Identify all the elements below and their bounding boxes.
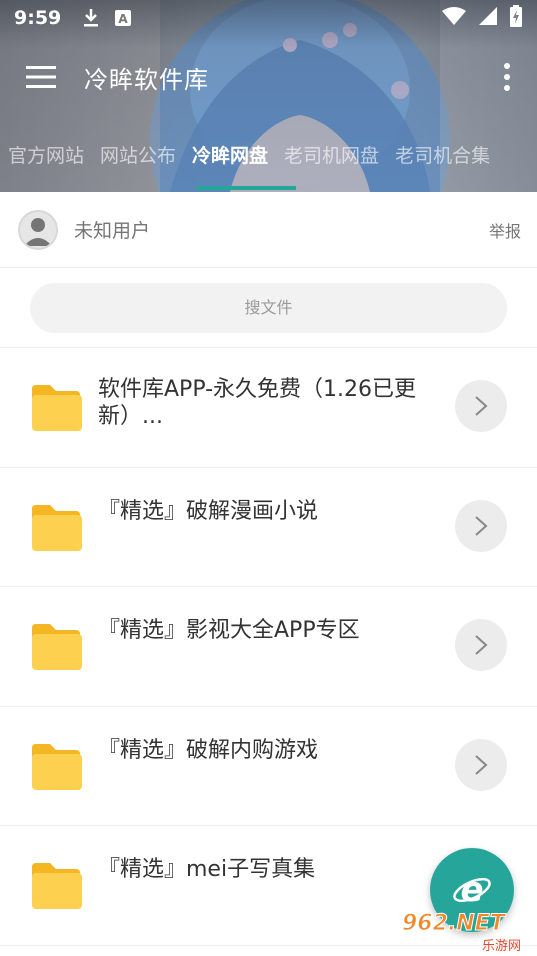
- file-title: 『精选』mei子写真集: [98, 857, 316, 882]
- open-button[interactable]: [455, 738, 507, 791]
- search-section: 搜文件: [0, 268, 537, 348]
- chevron-right-icon: [475, 515, 488, 536]
- user-row: 未知用户 举报: [0, 192, 537, 268]
- open-button[interactable]: [455, 499, 507, 552]
- wifi-icon: [441, 6, 467, 30]
- list-item[interactable]: 『精选』破解内购游戏: [0, 707, 537, 826]
- notification-a-icon: A: [113, 8, 133, 28]
- more-options-button[interactable]: [485, 44, 529, 110]
- list-item[interactable]: 『精选』破解漫画小说: [0, 468, 537, 587]
- hamburger-icon: [26, 66, 56, 88]
- avatar[interactable]: [18, 209, 58, 250]
- file-title: 『精选』影视大全APP专区: [98, 618, 360, 643]
- tab-official-site[interactable]: 官方网站: [0, 134, 92, 182]
- file-title: 『精选』破解内购游戏: [98, 737, 319, 763]
- status-time: 9:59: [14, 7, 62, 29]
- report-button[interactable]: 举报: [489, 218, 521, 242]
- tab-bar: 官方网站 网站公布 冷眸网盘 老司机网盘 老司机合集: [0, 134, 537, 182]
- tab-indicator: [196, 186, 296, 190]
- folder-icon: [32, 863, 82, 910]
- chevron-right-icon: [475, 396, 488, 416]
- status-bar: 9:59 A: [0, 0, 537, 36]
- signal-icon: [477, 6, 499, 30]
- chevron-right-icon: [475, 635, 488, 655]
- folder-icon: [32, 385, 82, 432]
- download-icon: [81, 8, 101, 28]
- menu-button[interactable]: [0, 44, 84, 110]
- file-title: 『精选』破解漫画小说: [98, 498, 319, 524]
- open-button[interactable]: [455, 619, 507, 671]
- header: 9:59 A 冷眸软件库 官方网站 网站公布 冷眸网盘 老司机网盘 老司机合集: [0, 0, 537, 192]
- tab-driver-disk[interactable]: 老司机网盘: [276, 134, 387, 182]
- user-name: 未知用户: [74, 220, 151, 242]
- chevron-right-icon: [475, 754, 488, 775]
- open-button[interactable]: [455, 380, 507, 432]
- browser-e-icon: e: [453, 870, 491, 910]
- file-title: 软件库APP-永久免费（1.26已更新）...: [98, 377, 417, 429]
- battery-icon: [509, 5, 523, 31]
- more-dot-icon: [504, 85, 510, 91]
- folder-icon: [32, 743, 82, 790]
- folder-icon: [32, 504, 82, 551]
- more-dot-icon: [504, 63, 510, 69]
- more-dot-icon: [504, 74, 510, 80]
- svg-text:A: A: [119, 12, 129, 26]
- site-watermark-logo: 962.NET 乐游网: [402, 911, 522, 955]
- tab-site-announcement[interactable]: 网站公布: [92, 134, 184, 182]
- watermark-bottom: 乐游网: [482, 939, 521, 954]
- list-item[interactable]: 软件库APP-永久免费（1.26已更新）...: [0, 348, 537, 468]
- folder-icon: [32, 624, 82, 671]
- app-title: 冷眸软件库: [84, 65, 209, 94]
- svg-text:e: e: [460, 870, 483, 910]
- user-silhouette-icon: [20, 211, 56, 248]
- watermark-top: 962.NET: [402, 911, 507, 936]
- tab-lengmou-disk[interactable]: 冷眸网盘: [184, 134, 276, 182]
- list-item[interactable]: 『精选』影视大全APP专区: [0, 587, 537, 707]
- tab-driver-collection[interactable]: 老司机合集: [387, 134, 498, 182]
- app-bar: 冷眸软件库: [0, 44, 537, 110]
- search-input[interactable]: 搜文件: [30, 283, 507, 333]
